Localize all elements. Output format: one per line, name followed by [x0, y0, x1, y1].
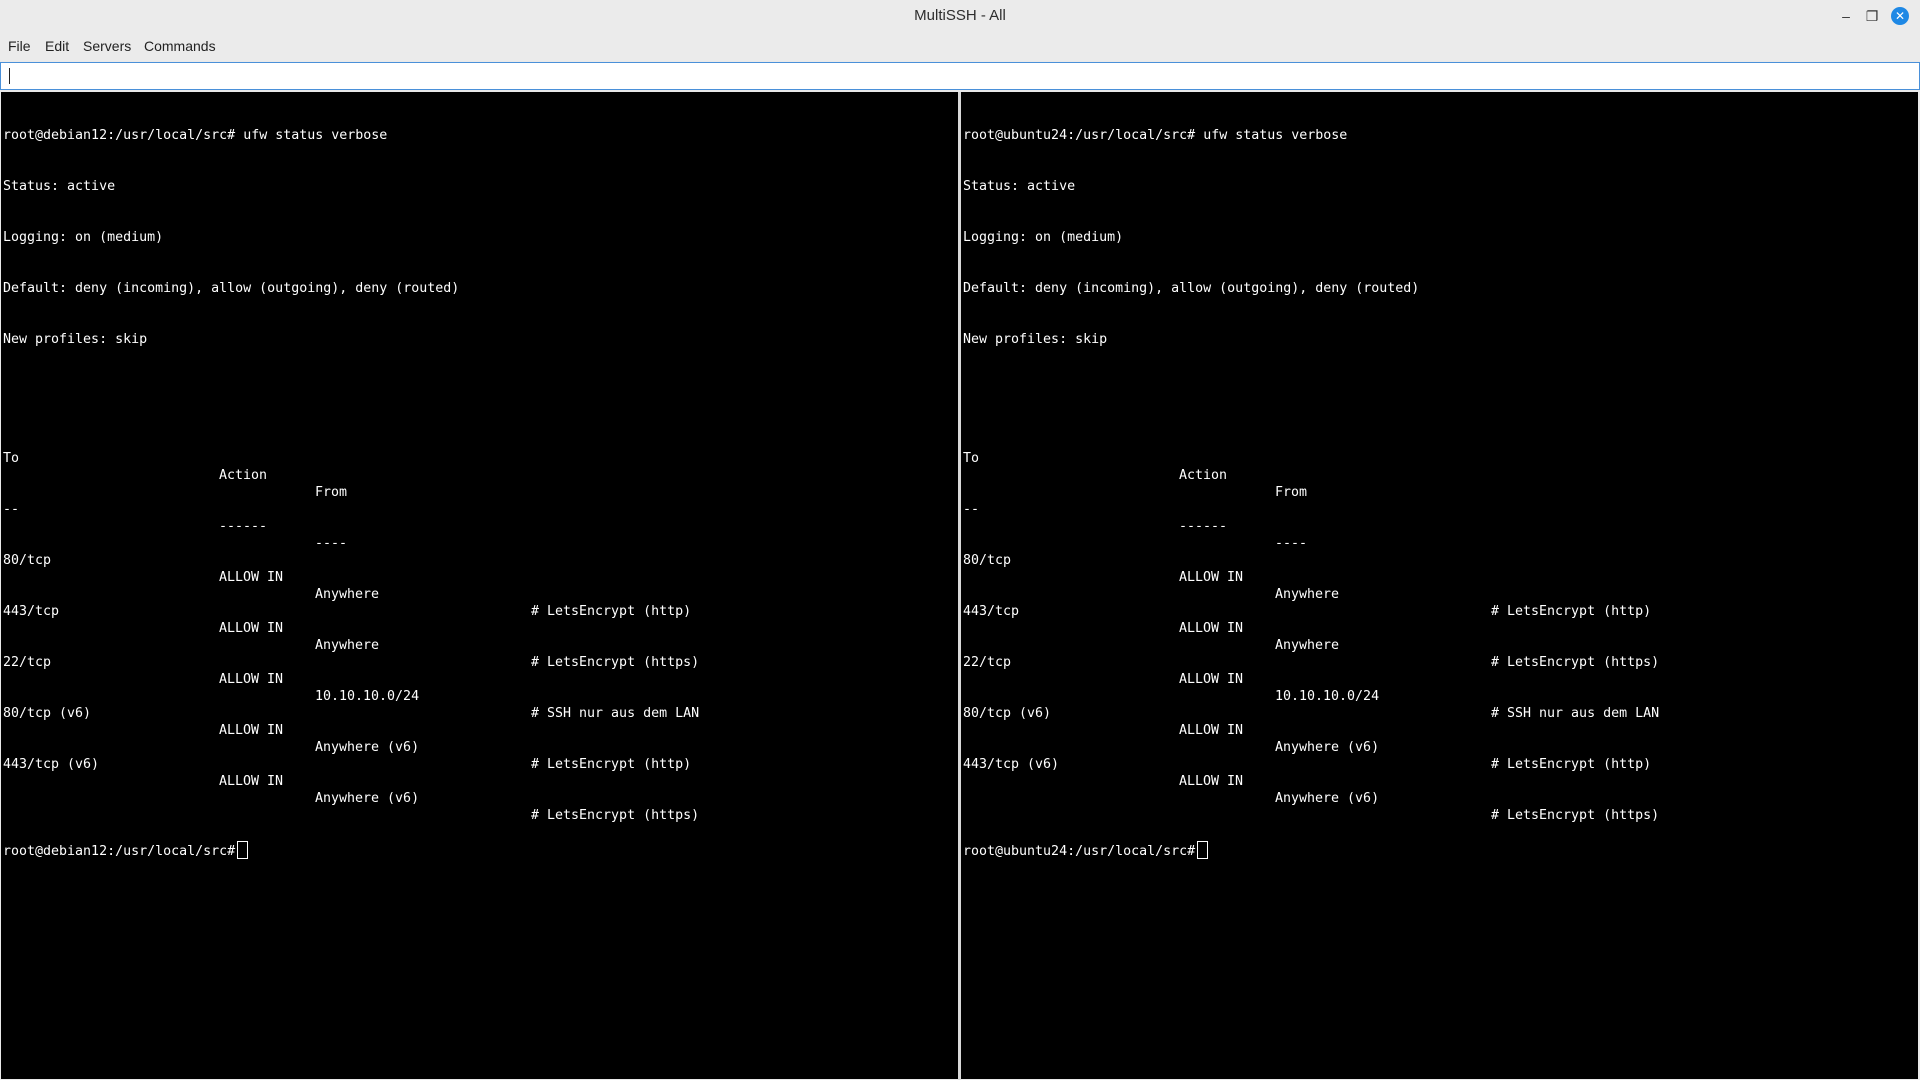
status-line: Status: active	[963, 179, 1076, 194]
rule-to: 80/tcp (v6)	[3, 706, 92, 721]
profiles-line: New profiles: skip	[963, 332, 1108, 347]
table-row: 443/tcp ALLOW IN Anywhere # LetsEncrypt …	[3, 586, 956, 670]
prompt-line: root@ubuntu24:/usr/local/src#	[963, 841, 1916, 859]
table-header-underline: -- ------ ----	[3, 484, 956, 551]
rule-to: 22/tcp	[963, 655, 1012, 670]
table-row: 443/tcp (v6) ALLOW IN Anywhere (v6) # Le…	[963, 739, 1916, 823]
table-header-underline: -- ------ ----	[963, 484, 1916, 551]
command-input[interactable]	[0, 62, 1920, 90]
rule-action: ALLOW IN	[219, 570, 284, 585]
rule-from: Anywhere (v6)	[1275, 791, 1380, 806]
prompt-line: root@debian12:/usr/local/src#	[3, 841, 956, 859]
rule-comment: # SSH nur aus dem LAN	[1491, 706, 1660, 721]
terminal-pane-debian12[interactable]: root@debian12:/usr/local/src# ufw status…	[1, 92, 958, 1079]
rule-comment: # LetsEncrypt (https)	[531, 655, 700, 670]
rule-comment: # LetsEncrypt (https)	[1491, 655, 1660, 670]
menu-servers[interactable]: Servers	[83, 38, 131, 54]
table-header: To Action From	[963, 433, 1916, 500]
rule-to: 443/tcp (v6)	[3, 757, 100, 772]
logging-line: Logging: on (medium)	[3, 230, 164, 245]
rule-action: ALLOW IN	[1179, 621, 1244, 636]
rule-action: ALLOW IN	[219, 774, 284, 789]
prompt: root@ubuntu24:/usr/local/src#	[963, 844, 1196, 859]
table-row: 443/tcp ALLOW IN Anywhere # LetsEncrypt …	[963, 586, 1916, 670]
command: ufw status verbose	[1203, 128, 1348, 143]
rule-to: 443/tcp	[963, 604, 1020, 619]
default-line: Default: deny (incoming), allow (outgoin…	[963, 281, 1420, 296]
rule-action: ALLOW IN	[1179, 774, 1244, 789]
rule-action: ALLOW IN	[1179, 672, 1244, 687]
logging-line: Logging: on (medium)	[963, 230, 1124, 245]
rule-comment: # LetsEncrypt (http)	[531, 604, 692, 619]
menu-file[interactable]: File	[8, 38, 31, 54]
terminal-pane-ubuntu24[interactable]: root@ubuntu24:/usr/local/src# ufw status…	[961, 92, 1918, 1079]
table-row: 80/tcp (v6) ALLOW IN Anywhere (v6) # Let…	[963, 688, 1916, 772]
rule-action: ALLOW IN	[219, 672, 284, 687]
command-line: root@debian12:/usr/local/src# ufw status…	[3, 127, 956, 144]
rule-comment: # LetsEncrypt (http)	[1491, 604, 1652, 619]
rule-to: 80/tcp (v6)	[963, 706, 1052, 721]
rule-action: ALLOW IN	[219, 723, 284, 738]
rule-action: ALLOW IN	[219, 621, 284, 636]
rule-comment: # LetsEncrypt (https)	[1491, 808, 1660, 823]
underline-to: --	[963, 502, 980, 517]
prompt: root@ubuntu24:/usr/local/src#	[963, 128, 1196, 143]
rule-to: 22/tcp	[3, 655, 52, 670]
text-caret	[9, 68, 10, 84]
title-bar: MultiSSH - All – ❐ ✕	[0, 0, 1920, 33]
rule-to: 80/tcp	[3, 553, 52, 568]
command: ufw status verbose	[243, 128, 388, 143]
rule-comment: # SSH nur aus dem LAN	[531, 706, 700, 721]
rule-action: ALLOW IN	[1179, 723, 1244, 738]
window-title: MultiSSH - All	[914, 7, 1006, 24]
prompt: root@debian12:/usr/local/src#	[3, 844, 236, 859]
underline-action: ------	[1179, 519, 1228, 534]
underline-action: ------	[219, 519, 268, 534]
table-row: 443/tcp (v6) ALLOW IN Anywhere (v6) # Le…	[3, 739, 956, 823]
rule-comment: # LetsEncrypt (http)	[1491, 757, 1652, 772]
close-icon[interactable]: ✕	[1891, 7, 1909, 25]
table-row: 80/tcp ALLOW IN Anywhere # LetsEncrypt (…	[3, 535, 956, 619]
terminal-cursor	[237, 841, 249, 859]
default-line: Default: deny (incoming), allow (outgoin…	[3, 281, 460, 296]
rule-comment: # LetsEncrypt (https)	[531, 808, 700, 823]
menu-edit[interactable]: Edit	[45, 38, 69, 54]
header-to: To	[963, 451, 980, 466]
table-row: 80/tcp (v6) ALLOW IN Anywhere (v6) # Let…	[3, 688, 956, 772]
profiles-line: New profiles: skip	[3, 332, 148, 347]
table-row: 80/tcp ALLOW IN Anywhere # LetsEncrypt (…	[963, 535, 1916, 619]
command-line: root@ubuntu24:/usr/local/src# ufw status…	[963, 127, 1916, 144]
header-action: Action	[219, 468, 268, 483]
menu-bar: File Edit Servers Commands	[0, 33, 1920, 61]
header-action: Action	[1179, 468, 1228, 483]
rule-to: 443/tcp	[3, 604, 60, 619]
status-line: Status: active	[3, 179, 116, 194]
rule-from: Anywhere (v6)	[315, 791, 420, 806]
maximize-icon[interactable]: ❐	[1862, 6, 1882, 26]
terminal-cursor	[1197, 841, 1209, 859]
table-row: 22/tcp ALLOW IN 10.10.10.0/24 # SSH nur …	[3, 637, 956, 721]
table-row: 22/tcp ALLOW IN 10.10.10.0/24 # SSH nur …	[963, 637, 1916, 721]
underline-to: --	[3, 502, 20, 517]
table-header: To Action From	[3, 433, 956, 500]
rule-action: ALLOW IN	[1179, 570, 1244, 585]
prompt: root@debian12:/usr/local/src#	[3, 128, 236, 143]
header-to: To	[3, 451, 20, 466]
minimize-icon[interactable]: –	[1836, 6, 1856, 26]
menu-commands[interactable]: Commands	[144, 38, 216, 54]
rule-to: 80/tcp	[963, 553, 1012, 568]
rule-to: 443/tcp (v6)	[963, 757, 1060, 772]
rule-comment: # LetsEncrypt (http)	[531, 757, 692, 772]
